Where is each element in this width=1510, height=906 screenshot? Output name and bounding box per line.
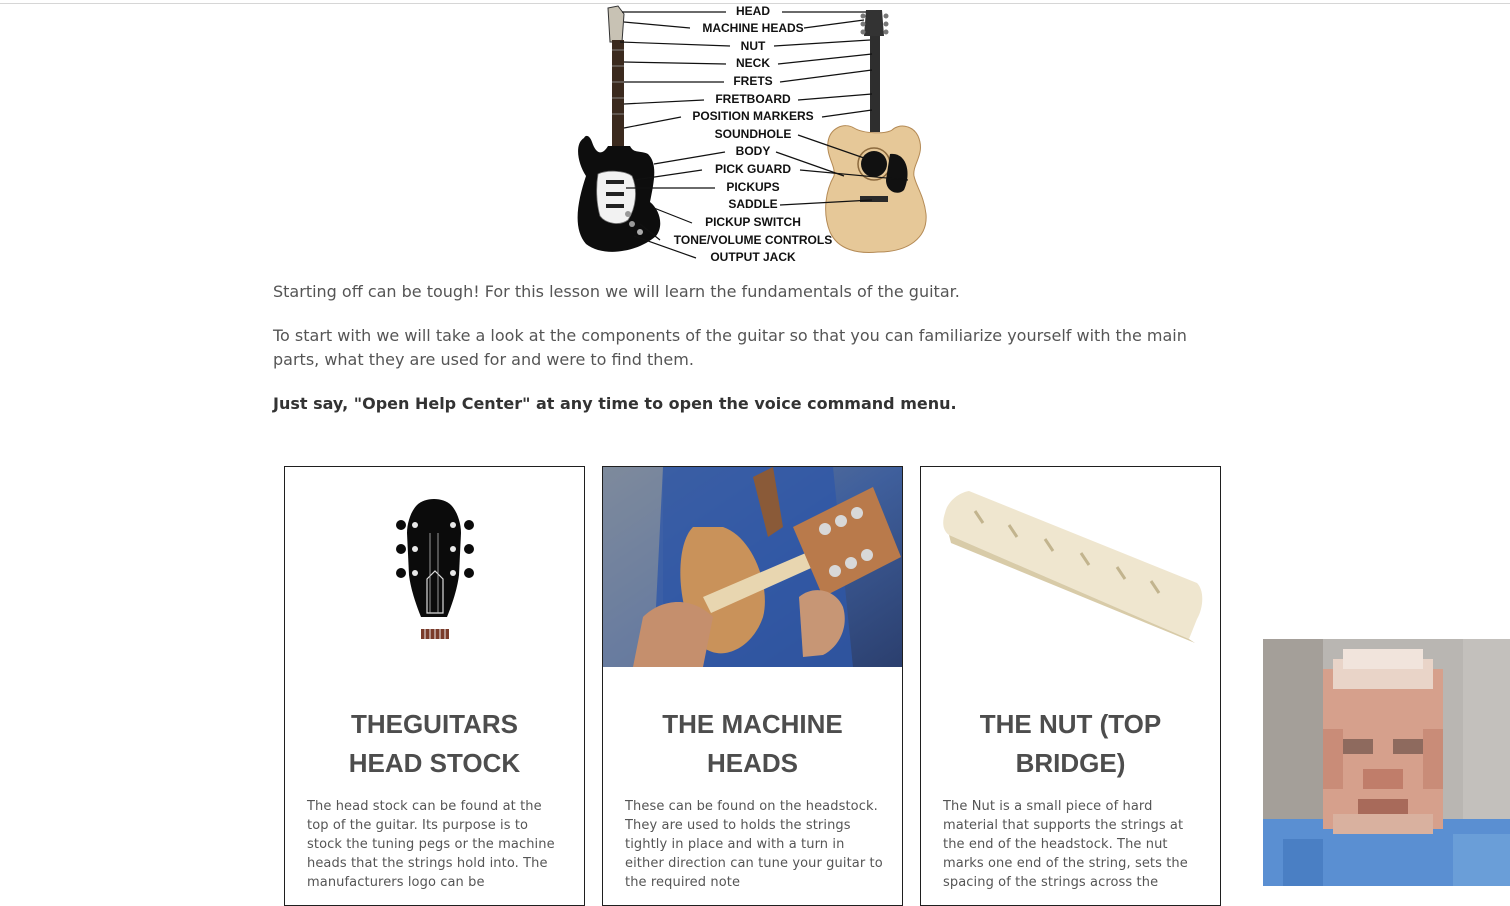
card-title: THEGUITARS HEAD STOCK bbox=[295, 705, 574, 783]
card-title-line: THEGUITARS bbox=[350, 709, 519, 739]
card-title-line: THE MACHINE bbox=[662, 709, 843, 739]
intro-paragraph-components: To start with we will take a look at the… bbox=[273, 326, 1187, 369]
card-title-line: HEAD STOCK bbox=[348, 748, 521, 778]
webcam-preview[interactable] bbox=[1263, 639, 1510, 886]
card-title: THE MACHINE HEADS bbox=[613, 705, 892, 783]
guitar-anatomy-illustration bbox=[577, 5, 927, 259]
card-description: The head stock can be found at the top o… bbox=[307, 799, 555, 890]
card-description: The Nut is a small piece of hard materia… bbox=[943, 799, 1188, 890]
card-title-line: BRIDGE) bbox=[1015, 748, 1126, 778]
guitar-nut-image bbox=[921, 467, 1220, 667]
card-title: THE NUT (TOP BRIDGE) bbox=[931, 705, 1210, 783]
card-head-stock[interactable]: THEGUITARS HEAD STOCK The head stock can… bbox=[284, 466, 585, 906]
card-title-line: HEADS bbox=[706, 748, 798, 778]
card-description: These can be found on the headstock. The… bbox=[625, 799, 883, 890]
card-title-line: THE NUT (TOP bbox=[979, 709, 1162, 739]
guitar-anatomy-diagram: HEAD MACHINE HEADS NUT NECK FRETS FRETBO… bbox=[568, 4, 938, 270]
voice-command-hint: Just say, "Open Help Center" at any time… bbox=[273, 394, 957, 413]
headstock-image bbox=[285, 467, 584, 667]
acoustic-guitar-illustration bbox=[825, 10, 927, 253]
card-nut[interactable]: THE NUT (TOP BRIDGE) The Nut is a small … bbox=[920, 466, 1221, 906]
card-machine-heads[interactable]: THE MACHINE HEADS These can be found on … bbox=[602, 466, 903, 906]
intro-paragraph: Starting off can be tough! For this less… bbox=[273, 282, 960, 301]
machine-heads-photo bbox=[603, 467, 902, 667]
